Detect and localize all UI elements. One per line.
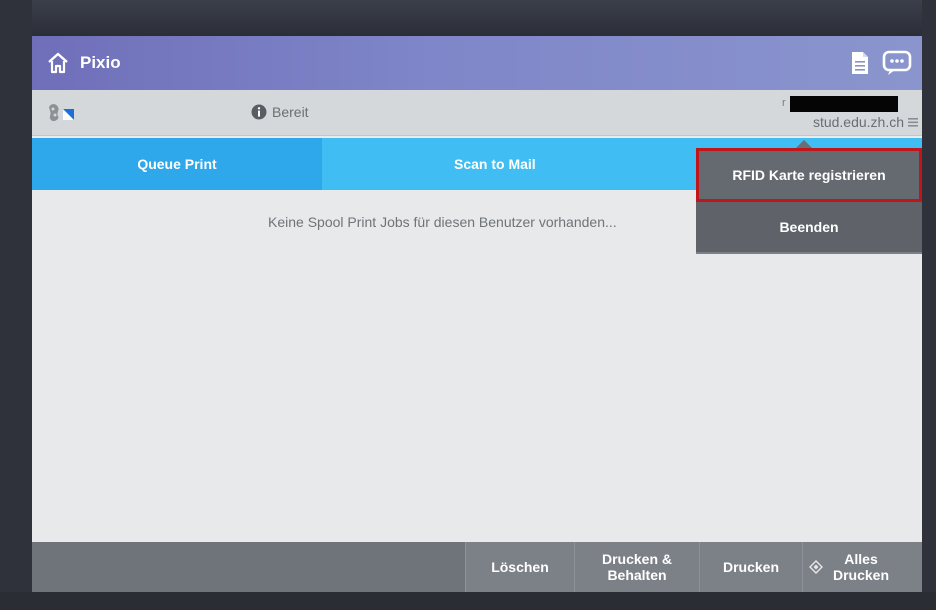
menu-icon[interactable] — [908, 116, 918, 128]
print-button[interactable]: Drucken — [699, 542, 802, 592]
print-and-keep-line1: Drucken & — [601, 551, 673, 567]
info-icon — [251, 104, 267, 120]
device-bezel-right — [922, 0, 936, 610]
print-and-keep-line2: Behalten — [607, 567, 667, 583]
user-name-initial: r — [782, 97, 786, 109]
logout-button[interactable]: Beenden — [696, 202, 922, 254]
dropdown-caret — [796, 140, 812, 148]
message-icon[interactable] — [882, 50, 912, 76]
document-icon[interactable] — [850, 51, 870, 75]
title-bar: Pixio — [32, 36, 922, 90]
action-bar: Löschen Drucken & Behalten Drucken Alles… — [32, 542, 922, 592]
user-menu-dropdown: RFID Karte registrieren Beenden — [696, 140, 922, 254]
print-all-button[interactable]: Alles Drucken — [802, 542, 922, 592]
printer-status-icon[interactable] — [46, 101, 78, 125]
tab-queue-print[interactable]: Queue Print — [32, 138, 322, 190]
empty-job-message: Keine Spool Print Jobs für diesen Benutz… — [268, 214, 617, 230]
device-bezel-top — [0, 0, 936, 36]
status-bar: Bereit r stud.edu.zh.ch — [32, 90, 922, 136]
device-bezel-left — [0, 0, 32, 610]
app-title: Pixio — [80, 53, 121, 72]
register-rfid-card-button[interactable]: RFID Karte registrieren — [696, 148, 922, 202]
status-text: Bereit — [272, 104, 309, 120]
print-all-line1: Alles — [844, 551, 878, 567]
device-bezel-bottom — [0, 592, 936, 610]
diamond-icon — [809, 560, 823, 574]
user-domain: stud.edu.zh.ch — [812, 114, 904, 130]
redacted-username — [790, 96, 898, 112]
print-and-keep-button[interactable]: Drucken & Behalten — [574, 542, 699, 592]
action-bar-spacer — [32, 542, 465, 592]
print-all-line2: Drucken — [833, 567, 890, 583]
printer-screen: Pixio Bereit r stud.edu.zh.ch Queue Prin… — [32, 36, 922, 592]
delete-button[interactable]: Löschen — [465, 542, 574, 592]
home-icon[interactable] — [46, 51, 70, 75]
user-account[interactable]: r stud.edu.zh.ch — [778, 94, 918, 134]
